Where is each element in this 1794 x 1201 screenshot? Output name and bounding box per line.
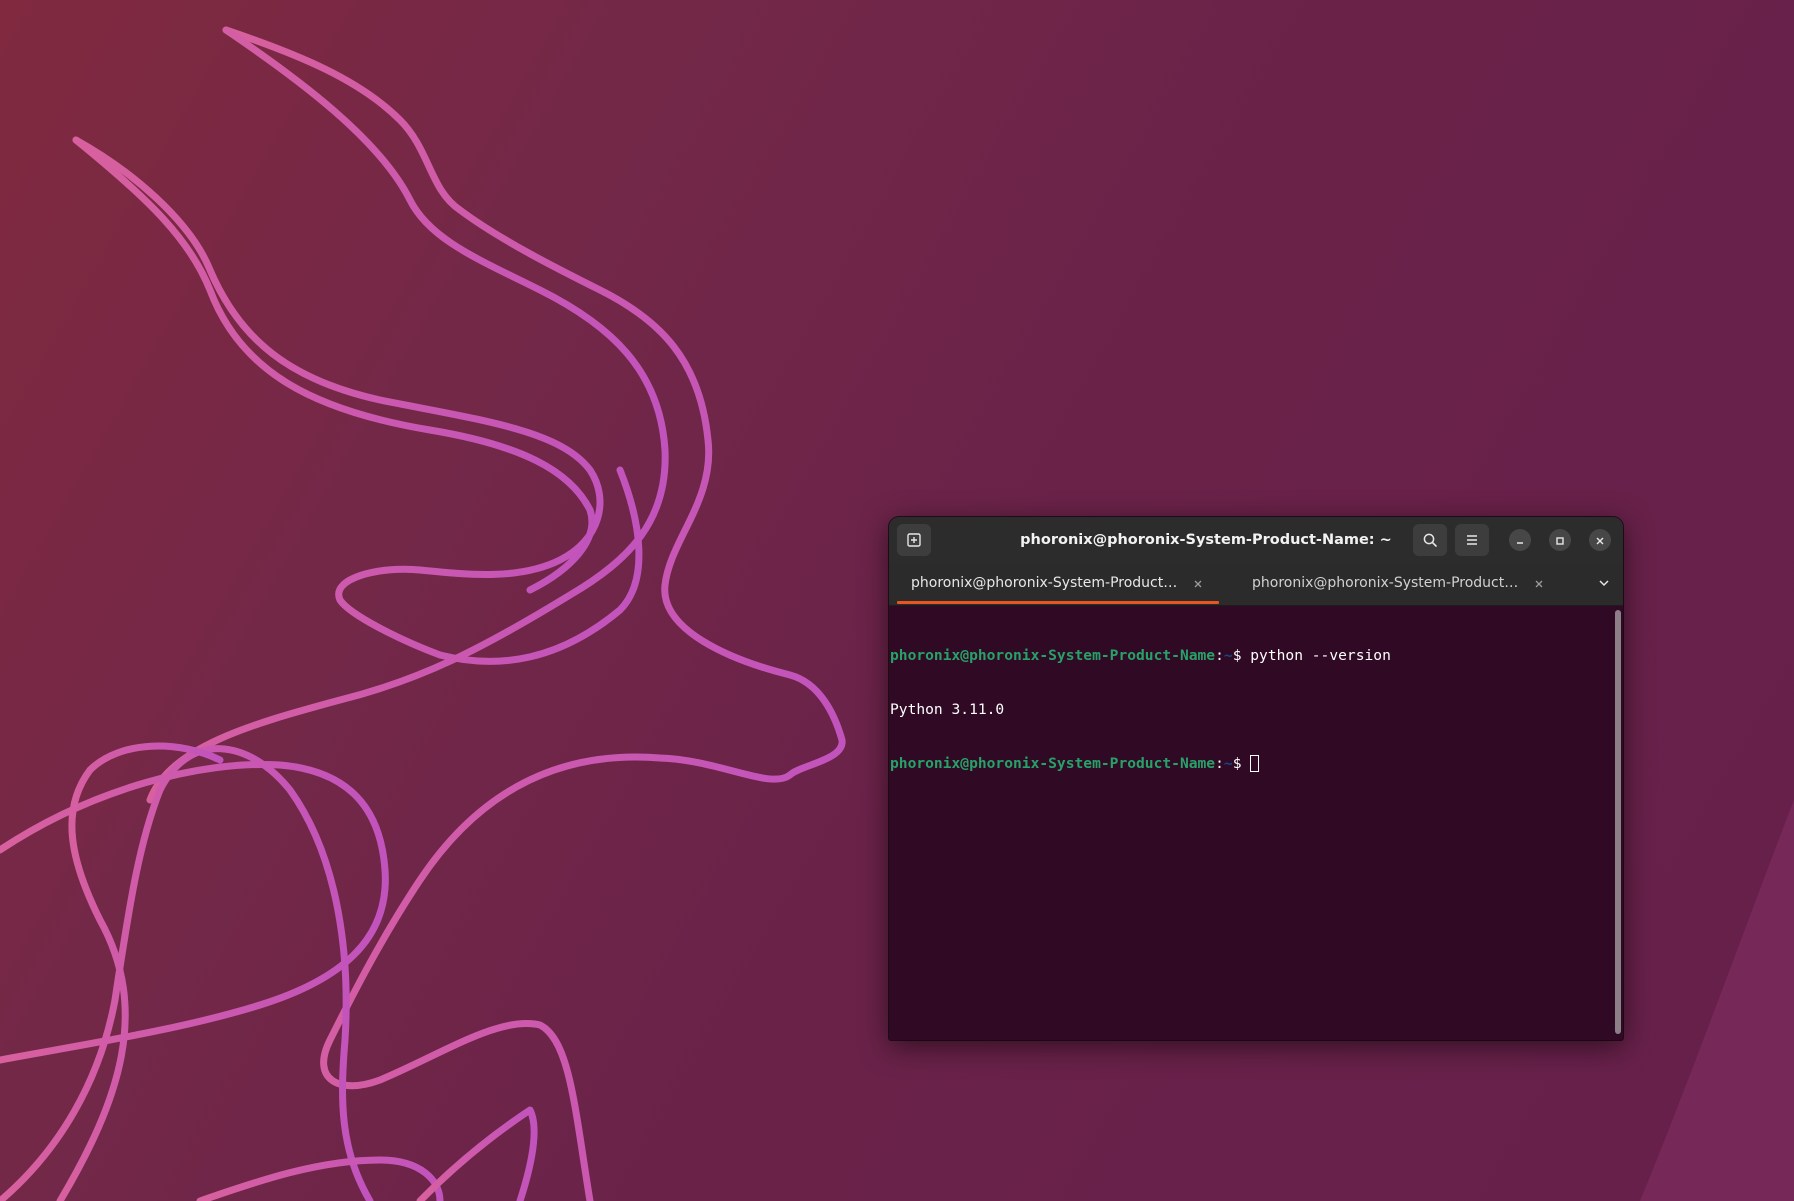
new-tab-icon [906,532,922,548]
terminal-window[interactable]: phoronix@phoronix-System-Product-Name: ~ [889,517,1623,1040]
search-button[interactable] [1413,524,1447,556]
minimize-icon [1515,531,1525,550]
search-icon [1422,532,1438,548]
chevron-down-icon [1597,575,1611,594]
tab-label: phoronix@phoronix-System-Product-N... [1252,575,1522,591]
command-text: python --version [1241,647,1391,664]
active-tab-indicator [897,601,1219,604]
tab-label: phoronix@phoronix-System-Product-N... [911,575,1181,591]
terminal-lines: phoronix@phoronix-System-Product-Name:~$… [890,611,1391,809]
prompt-user-host: phoronix@phoronix-System-Product-Name [890,755,1216,772]
minimize-button[interactable] [1509,529,1531,551]
maximize-button[interactable] [1549,529,1571,551]
maximize-icon [1555,531,1565,550]
text-cursor [1250,755,1260,772]
tab-close-icon[interactable] [1191,576,1205,590]
vertical-scrollbar[interactable] [1615,610,1621,1034]
terminal-output[interactable]: phoronix@phoronix-System-Product-Name:~$… [889,606,1623,1040]
tab-1[interactable]: phoronix@phoronix-System-Product-N... [889,563,1219,605]
terminal-line: phoronix@phoronix-System-Product-Name:~$… [890,647,1391,665]
tab-close-icon[interactable] [1532,576,1546,590]
menu-button[interactable] [1455,524,1489,556]
output-text: Python 3.11.0 [890,701,1005,718]
tab-2[interactable]: phoronix@phoronix-System-Product-N... [1230,563,1560,605]
command-input[interactable] [1241,755,1250,772]
close-button[interactable] [1589,529,1611,551]
window-title: phoronix@phoronix-System-Product-Name: ~ [1020,532,1392,548]
terminal-line: Python 3.11.0 [890,701,1391,719]
prompt-path: ~ [1223,755,1233,772]
tab-bar: phoronix@phoronix-System-Product-N... ph… [889,563,1623,606]
close-icon [1595,531,1605,550]
tab-list-dropdown[interactable] [1593,573,1615,595]
prompt-user-host: phoronix@phoronix-System-Product-Name [890,647,1216,664]
wallpaper-line-art [0,26,846,1201]
wallpaper-facet [1640,800,1794,1201]
prompt-separator: : [1215,647,1224,664]
hamburger-menu-icon [1464,532,1480,548]
terminal-line: phoronix@phoronix-System-Product-Name:~$ [890,755,1391,773]
prompt-separator: : [1215,755,1224,772]
prompt-path: ~ [1223,647,1233,664]
new-tab-button[interactable] [897,524,931,556]
title-bar[interactable]: phoronix@phoronix-System-Product-Name: ~ [889,517,1623,563]
